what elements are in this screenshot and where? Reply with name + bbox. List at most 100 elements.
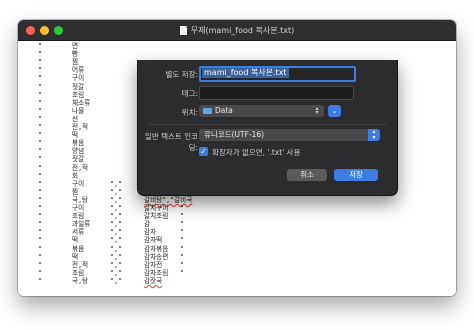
text-line-token: 떡 xyxy=(72,252,79,261)
text-line-token: " xyxy=(180,244,184,253)
text-line-token: 구이 xyxy=(72,179,85,188)
save-button[interactable]: 저장 xyxy=(334,169,378,181)
text-line: " 서류 "," 감자 " xyxy=(18,228,456,236)
text-line-token: " xyxy=(38,98,42,107)
text-line-token: 감자송편 xyxy=(144,252,169,261)
text-line-token: 양념 xyxy=(72,147,85,156)
chevron-down-icon: ⌄ xyxy=(331,107,338,115)
text-line-token: 볶음 xyxy=(72,139,85,148)
text-line-token: 빵 xyxy=(72,50,79,59)
text-line-token: "," xyxy=(110,228,122,237)
text-line-token: 국,탕 xyxy=(72,276,89,285)
text-line-token: 구이 xyxy=(72,204,85,212)
text-line: " 조림 "," 갈치조림 " xyxy=(18,212,456,220)
text-line-token: " xyxy=(180,252,184,261)
text-line-token: "," xyxy=(110,268,122,277)
text-line: " 떡 "," 감자떡 " xyxy=(18,236,456,244)
text-line-token: 회 xyxy=(72,171,79,180)
text-line: " 조림 "," 감자조림 " xyxy=(18,269,456,277)
text-line-token: 조림 xyxy=(72,268,85,277)
text-line-token: " xyxy=(38,155,42,164)
text-line-token: " xyxy=(180,204,184,212)
text-line-token: 갈치조림 xyxy=(144,212,169,221)
text-line-token: "," xyxy=(110,252,122,261)
text-line-token: "," xyxy=(110,204,122,212)
expand-dialog-button[interactable]: ⌄ xyxy=(328,105,341,117)
text-line-token: " xyxy=(38,42,42,50)
text-line-token: 감잣국 xyxy=(144,276,163,285)
text-line-token: " xyxy=(38,123,42,131)
text-line-token: 감자조림 xyxy=(144,268,169,277)
text-line-token: "," xyxy=(110,276,122,285)
folder-icon xyxy=(203,108,212,114)
text-line: " 떡 "," 감자송편 " xyxy=(18,253,456,261)
text-line-token: " xyxy=(38,147,42,156)
text-line-token: " xyxy=(38,163,42,172)
text-line-token: " xyxy=(38,139,42,148)
text-line-token: " xyxy=(38,212,42,221)
text-line: " 볶음 "," 감자볶음 " xyxy=(18,245,456,253)
text-line-token: " xyxy=(38,236,42,245)
encoding-label: 일반 텍스트 인코딩: xyxy=(144,132,198,152)
text-line-token: " xyxy=(180,228,184,237)
text-line: " 구이 "," 갈치구이 " xyxy=(18,204,456,212)
text-line: " 국,탕 "," 갈비탕","갈비국 xyxy=(18,196,456,204)
text-line-token: "," xyxy=(110,212,122,221)
text-line-token: 감자전 xyxy=(144,260,163,269)
tags-input[interactable] xyxy=(199,86,354,100)
extension-checkbox-label: 확장자가 없으면, '.txt' 사용 xyxy=(212,148,301,157)
text-line-token: "," xyxy=(110,244,122,253)
checkmark-icon: ✓ xyxy=(200,147,207,156)
document-icon xyxy=(179,25,187,35)
text-line-token: 과일류 xyxy=(72,220,91,229)
text-line-token: " xyxy=(38,90,42,99)
chevron-up-down-icon: ▴ ▾ xyxy=(315,105,319,116)
location-popup[interactable]: Data ▴ ▾ xyxy=(199,105,324,117)
text-line-token: "," xyxy=(110,260,122,269)
text-line-token: " xyxy=(38,244,42,253)
text-line-token: " xyxy=(38,131,42,140)
text-line-token: " xyxy=(180,236,184,245)
text-line-token: 볶음 xyxy=(72,244,85,253)
text-line-token: " xyxy=(38,195,42,204)
text-line-token: " xyxy=(180,212,184,221)
text-line: " 면 xyxy=(18,42,456,50)
encoding-value: 유니코드(UTF-16) xyxy=(204,130,265,139)
text-line-token: " xyxy=(38,220,42,229)
text-line-token: " xyxy=(180,220,184,229)
text-line-token: " xyxy=(38,58,42,67)
text-line-token: 선 xyxy=(72,114,79,123)
text-line-token: 찜 xyxy=(72,58,79,67)
text-line-token: " xyxy=(38,204,42,212)
text-line-token: " xyxy=(38,268,42,277)
text-line-token: "," xyxy=(110,220,122,229)
window-title-container: 무제(mami_food 복사본.txt) xyxy=(18,20,456,40)
text-line-token: 국,탕 xyxy=(72,195,89,204)
cancel-button[interactable]: 취소 xyxy=(287,169,327,181)
text-line-token: 감자볶음 xyxy=(144,244,169,253)
text-line: " 국,탕 "," 감잣국 xyxy=(18,277,456,285)
extension-checkbox[interactable]: ✓ xyxy=(199,147,208,156)
text-line-token: " xyxy=(38,66,42,75)
encoding-popup[interactable]: 유니코드(UTF-16) ▴ ▾ xyxy=(199,129,380,141)
text-line-token: " xyxy=(38,260,42,269)
text-line-token: " xyxy=(180,260,184,269)
text-line-token: 구이 xyxy=(72,74,85,83)
separator xyxy=(148,124,387,125)
text-line-token: "," xyxy=(110,236,122,245)
text-line-token: 나물 xyxy=(72,106,85,115)
text-line-token: 전,적 xyxy=(72,260,89,269)
text-line-token: 조림 xyxy=(72,90,85,99)
text-line-token: 면 xyxy=(72,42,79,50)
window-title: 무제(mami_food 복사본.txt) xyxy=(190,25,295,35)
text-line-token: " xyxy=(38,228,42,237)
text-line-token: " xyxy=(38,74,42,83)
textedit-window: " 면 " 빵 " 찜 " 어류 " 구이 " 젓갈 " 조림 " 채소류 " 나물 " 선 " 전,적 " 떡 " 볶음 " 양념 "… xyxy=(18,20,456,296)
text-line-token: 젓갈 xyxy=(72,82,85,91)
text-line: " 과일류 "," 감 " xyxy=(18,220,456,228)
text-line-token: 찜 xyxy=(72,187,79,196)
text-line-token: 갈치구이 xyxy=(144,204,169,212)
text-line-token: " xyxy=(38,179,42,188)
filename-input[interactable]: mami_food 복사본.txt xyxy=(199,66,356,82)
text-line-token: 전,적 xyxy=(72,163,89,172)
